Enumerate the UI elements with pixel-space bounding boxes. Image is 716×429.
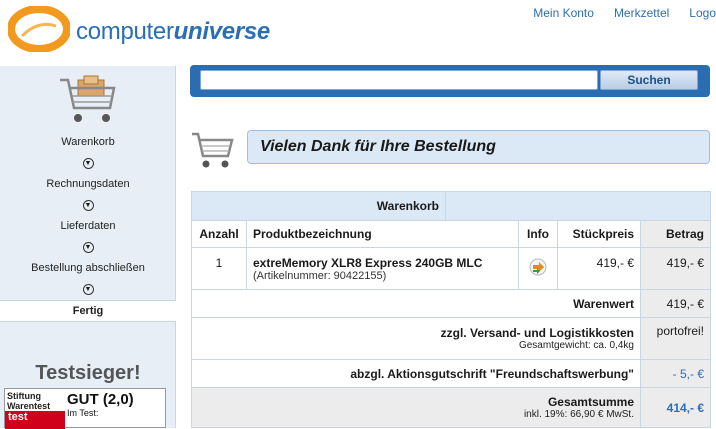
voucher-value: - 5,- €: [640, 359, 711, 388]
col-stueckpreis: Stückpreis: [557, 220, 641, 248]
item-name[interactable]: extreMemory XLR8 Express 240GB MLC: [253, 256, 512, 270]
item-qty: 1: [191, 247, 247, 290]
shipping-weight: Gesamtgewicht: ca. 0,4kg: [518, 340, 634, 351]
total-vat: inkl. 19%: 66,90 € MwSt.: [523, 409, 634, 420]
warenwert-label: Warenwert: [191, 289, 641, 318]
search-input[interactable]: [200, 70, 598, 90]
site-logo[interactable]: computeruniverse: [7, 5, 278, 54]
arrow-down-icon: ▼: [82, 241, 94, 253]
order-summary-table: Warenkorb Anzahl Produktbezeichnung Info…: [191, 191, 711, 428]
total-row: Gesamtsumme inkl. 19%: 66,90 € MwSt. 414…: [191, 387, 711, 428]
col-info: Info: [518, 220, 558, 248]
item-article-number: (Artikelnummer: 90422155): [253, 270, 387, 282]
arrow-down-icon: ▼: [82, 283, 94, 295]
test-subtitle: Im Test:: [67, 408, 99, 418]
warenwert-row: Warenwert 419,- €: [191, 289, 711, 318]
checkout-sidebar: Warenkorb ▼ Rechnungsdaten ▼ Lieferdaten…: [0, 66, 176, 429]
search-bar: Suchen: [190, 65, 710, 97]
cart-title: Warenkorb: [192, 192, 446, 220]
stiftung-warentest-badge[interactable]: Stiftung Warentest test GUT (2,0) Im Test…: [4, 388, 166, 429]
col-anzahl: Anzahl: [191, 220, 247, 248]
shipping-value: portofrei!: [640, 317, 711, 360]
info-arrow-icon[interactable]: [528, 256, 548, 278]
step-warenkorb[interactable]: Warenkorb: [0, 132, 176, 152]
warenwert-value: 419,- €: [640, 289, 711, 318]
total-label: Gesamtsumme: [547, 395, 634, 409]
testsieger-heading: Testsieger!: [35, 362, 141, 384]
test-label: test: [5, 411, 65, 429]
checkout-steps: Warenkorb ▼ Rechnungsdaten ▼ Lieferdaten…: [0, 132, 176, 322]
table-row: 1 extreMemory XLR8 Express 240GB MLC (Ar…: [191, 247, 711, 290]
col-produktbezeichnung: Produktbezeichnung: [246, 220, 519, 248]
step-bestellung-abschliessen[interactable]: Bestellung abschließen: [0, 258, 176, 278]
test-grade: GUT (2,0): [67, 391, 134, 408]
arrow-down-icon: ▼: [82, 157, 94, 169]
item-unit-price: 419,- €: [557, 247, 641, 290]
nav-logout[interactable]: Logo: [689, 6, 716, 20]
step-fertig: Fertig: [0, 300, 176, 322]
shipping-row: zzgl. Versand- und Logistikkosten Gesamt…: [191, 317, 711, 360]
voucher-label: abzgl. Aktionsgutschrift "Freundschaftsw…: [191, 359, 641, 388]
total-value: 414,- €: [640, 387, 711, 428]
col-betrag: Betrag: [640, 220, 711, 248]
search-button[interactable]: Suchen: [600, 70, 698, 90]
nav-mein-konto[interactable]: Mein Konto: [533, 6, 594, 20]
shipping-label: zzgl. Versand- und Logistikkosten: [440, 326, 634, 340]
arrow-down-icon: ▼: [82, 199, 94, 211]
order-confirmation-banner: Vielen Dank für Ihre Bestellung: [247, 130, 710, 164]
nav-merkzettel[interactable]: Merkzettel: [614, 6, 669, 20]
shopping-cart-icon: [60, 75, 116, 122]
step-rechnungsdaten[interactable]: Rechnungsdaten: [0, 174, 176, 194]
item-total: 419,- €: [640, 247, 711, 290]
voucher-row: abzgl. Aktionsgutschrift "Freundschaftsw…: [191, 359, 711, 388]
step-lieferdaten[interactable]: Lieferdaten: [0, 216, 176, 236]
table-header: Anzahl Produktbezeichnung Info Stückprei…: [191, 220, 711, 248]
brand-name: computeruniverse: [76, 18, 270, 45]
cart-icon: [192, 132, 234, 168]
logo-swirl-icon: [7, 5, 71, 53]
top-navigation: Mein Konto Merkzettel Logo: [513, 6, 716, 20]
